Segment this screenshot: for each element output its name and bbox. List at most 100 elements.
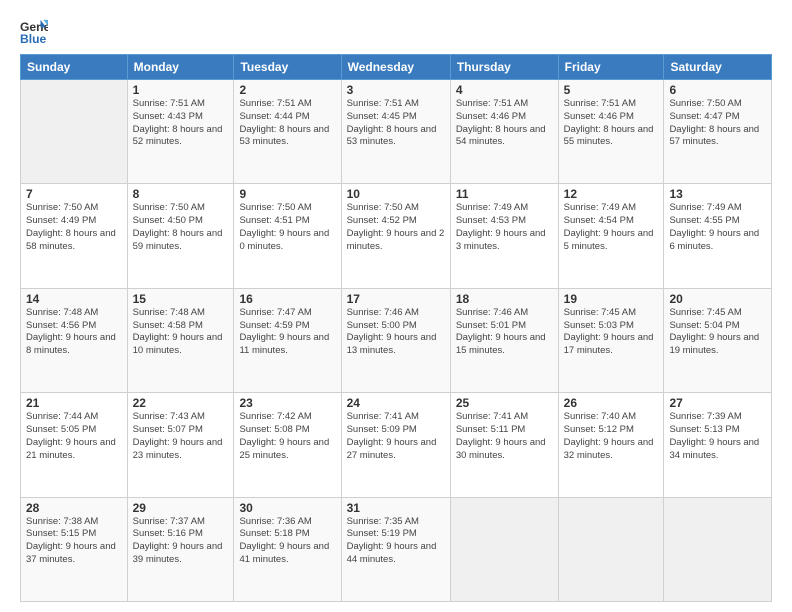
calendar-cell: 22 Sunrise: 7:43 AMSunset: 5:07 PMDaylig… (127, 393, 234, 497)
logo: General Blue (20, 18, 48, 46)
calendar-cell: 26 Sunrise: 7:40 AMSunset: 5:12 PMDaylig… (558, 393, 664, 497)
day-number: 10 (347, 187, 445, 201)
day-number: 5 (564, 83, 659, 97)
day-number: 1 (133, 83, 229, 97)
day-number: 13 (669, 187, 766, 201)
day-info: Sunrise: 7:50 AMSunset: 4:52 PMDaylight:… (347, 202, 445, 251)
day-info: Sunrise: 7:38 AMSunset: 5:15 PMDaylight:… (26, 516, 116, 565)
day-info: Sunrise: 7:50 AMSunset: 4:50 PMDaylight:… (133, 202, 223, 251)
day-info: Sunrise: 7:43 AMSunset: 5:07 PMDaylight:… (133, 411, 223, 460)
calendar-cell: 10 Sunrise: 7:50 AMSunset: 4:52 PMDaylig… (341, 184, 450, 288)
day-header-sunday: Sunday (21, 55, 128, 80)
calendar-week-2: 7 Sunrise: 7:50 AMSunset: 4:49 PMDayligh… (21, 184, 772, 288)
day-number: 12 (564, 187, 659, 201)
day-number: 16 (239, 292, 335, 306)
calendar-cell: 8 Sunrise: 7:50 AMSunset: 4:50 PMDayligh… (127, 184, 234, 288)
day-info: Sunrise: 7:35 AMSunset: 5:19 PMDaylight:… (347, 516, 437, 565)
calendar-cell (450, 497, 558, 601)
calendar-cell: 14 Sunrise: 7:48 AMSunset: 4:56 PMDaylig… (21, 288, 128, 392)
svg-text:Blue: Blue (20, 32, 47, 46)
day-info: Sunrise: 7:50 AMSunset: 4:49 PMDaylight:… (26, 202, 116, 251)
day-number: 21 (26, 396, 122, 410)
calendar-cell: 25 Sunrise: 7:41 AMSunset: 5:11 PMDaylig… (450, 393, 558, 497)
day-info: Sunrise: 7:51 AMSunset: 4:45 PMDaylight:… (347, 98, 437, 147)
day-info: Sunrise: 7:42 AMSunset: 5:08 PMDaylight:… (239, 411, 329, 460)
header: General Blue (20, 18, 772, 46)
calendar-cell: 31 Sunrise: 7:35 AMSunset: 5:19 PMDaylig… (341, 497, 450, 601)
calendar-cell (21, 80, 128, 184)
calendar-header-row: SundayMondayTuesdayWednesdayThursdayFrid… (21, 55, 772, 80)
day-number: 11 (456, 187, 553, 201)
calendar-cell: 15 Sunrise: 7:48 AMSunset: 4:58 PMDaylig… (127, 288, 234, 392)
calendar-cell: 7 Sunrise: 7:50 AMSunset: 4:49 PMDayligh… (21, 184, 128, 288)
day-info: Sunrise: 7:51 AMSunset: 4:44 PMDaylight:… (239, 98, 329, 147)
day-info: Sunrise: 7:51 AMSunset: 4:46 PMDaylight:… (456, 98, 546, 147)
calendar-week-5: 28 Sunrise: 7:38 AMSunset: 5:15 PMDaylig… (21, 497, 772, 601)
day-number: 20 (669, 292, 766, 306)
calendar-cell: 19 Sunrise: 7:45 AMSunset: 5:03 PMDaylig… (558, 288, 664, 392)
calendar-body: 1 Sunrise: 7:51 AMSunset: 4:43 PMDayligh… (21, 80, 772, 602)
day-info: Sunrise: 7:48 AMSunset: 4:58 PMDaylight:… (133, 307, 223, 356)
day-number: 4 (456, 83, 553, 97)
day-number: 2 (239, 83, 335, 97)
day-number: 19 (564, 292, 659, 306)
day-number: 27 (669, 396, 766, 410)
calendar-table: SundayMondayTuesdayWednesdayThursdayFrid… (20, 54, 772, 602)
day-info: Sunrise: 7:36 AMSunset: 5:18 PMDaylight:… (239, 516, 329, 565)
day-header-tuesday: Tuesday (234, 55, 341, 80)
day-info: Sunrise: 7:47 AMSunset: 4:59 PMDaylight:… (239, 307, 329, 356)
day-info: Sunrise: 7:40 AMSunset: 5:12 PMDaylight:… (564, 411, 654, 460)
day-number: 29 (133, 501, 229, 515)
calendar-cell: 1 Sunrise: 7:51 AMSunset: 4:43 PMDayligh… (127, 80, 234, 184)
calendar-cell: 24 Sunrise: 7:41 AMSunset: 5:09 PMDaylig… (341, 393, 450, 497)
day-header-saturday: Saturday (664, 55, 772, 80)
calendar-cell: 20 Sunrise: 7:45 AMSunset: 5:04 PMDaylig… (664, 288, 772, 392)
day-number: 7 (26, 187, 122, 201)
day-number: 3 (347, 83, 445, 97)
day-info: Sunrise: 7:49 AMSunset: 4:53 PMDaylight:… (456, 202, 546, 251)
calendar-cell: 21 Sunrise: 7:44 AMSunset: 5:05 PMDaylig… (21, 393, 128, 497)
day-number: 14 (26, 292, 122, 306)
logo-icon: General Blue (20, 18, 48, 46)
day-header-monday: Monday (127, 55, 234, 80)
calendar-cell: 29 Sunrise: 7:37 AMSunset: 5:16 PMDaylig… (127, 497, 234, 601)
day-number: 17 (347, 292, 445, 306)
calendar-cell (664, 497, 772, 601)
calendar-cell: 6 Sunrise: 7:50 AMSunset: 4:47 PMDayligh… (664, 80, 772, 184)
calendar-cell (558, 497, 664, 601)
day-info: Sunrise: 7:45 AMSunset: 5:03 PMDaylight:… (564, 307, 654, 356)
calendar-cell: 23 Sunrise: 7:42 AMSunset: 5:08 PMDaylig… (234, 393, 341, 497)
day-info: Sunrise: 7:37 AMSunset: 5:16 PMDaylight:… (133, 516, 223, 565)
day-info: Sunrise: 7:41 AMSunset: 5:09 PMDaylight:… (347, 411, 437, 460)
calendar-cell: 9 Sunrise: 7:50 AMSunset: 4:51 PMDayligh… (234, 184, 341, 288)
calendar-week-3: 14 Sunrise: 7:48 AMSunset: 4:56 PMDaylig… (21, 288, 772, 392)
calendar-cell: 17 Sunrise: 7:46 AMSunset: 5:00 PMDaylig… (341, 288, 450, 392)
calendar-cell: 3 Sunrise: 7:51 AMSunset: 4:45 PMDayligh… (341, 80, 450, 184)
calendar-cell: 11 Sunrise: 7:49 AMSunset: 4:53 PMDaylig… (450, 184, 558, 288)
calendar-week-4: 21 Sunrise: 7:44 AMSunset: 5:05 PMDaylig… (21, 393, 772, 497)
day-info: Sunrise: 7:44 AMSunset: 5:05 PMDaylight:… (26, 411, 116, 460)
day-info: Sunrise: 7:49 AMSunset: 4:54 PMDaylight:… (564, 202, 654, 251)
day-header-friday: Friday (558, 55, 664, 80)
day-number: 26 (564, 396, 659, 410)
calendar-week-1: 1 Sunrise: 7:51 AMSunset: 4:43 PMDayligh… (21, 80, 772, 184)
day-number: 23 (239, 396, 335, 410)
calendar-cell: 27 Sunrise: 7:39 AMSunset: 5:13 PMDaylig… (664, 393, 772, 497)
day-info: Sunrise: 7:45 AMSunset: 5:04 PMDaylight:… (669, 307, 759, 356)
day-info: Sunrise: 7:48 AMSunset: 4:56 PMDaylight:… (26, 307, 116, 356)
calendar-cell: 30 Sunrise: 7:36 AMSunset: 5:18 PMDaylig… (234, 497, 341, 601)
day-info: Sunrise: 7:51 AMSunset: 4:46 PMDaylight:… (564, 98, 654, 147)
day-header-wednesday: Wednesday (341, 55, 450, 80)
day-number: 9 (239, 187, 335, 201)
calendar-cell: 28 Sunrise: 7:38 AMSunset: 5:15 PMDaylig… (21, 497, 128, 601)
day-info: Sunrise: 7:46 AMSunset: 5:01 PMDaylight:… (456, 307, 546, 356)
day-header-thursday: Thursday (450, 55, 558, 80)
day-info: Sunrise: 7:41 AMSunset: 5:11 PMDaylight:… (456, 411, 546, 460)
calendar-cell: 16 Sunrise: 7:47 AMSunset: 4:59 PMDaylig… (234, 288, 341, 392)
day-number: 8 (133, 187, 229, 201)
calendar-cell: 2 Sunrise: 7:51 AMSunset: 4:44 PMDayligh… (234, 80, 341, 184)
calendar-cell: 5 Sunrise: 7:51 AMSunset: 4:46 PMDayligh… (558, 80, 664, 184)
calendar-cell: 4 Sunrise: 7:51 AMSunset: 4:46 PMDayligh… (450, 80, 558, 184)
day-number: 31 (347, 501, 445, 515)
calendar-cell: 12 Sunrise: 7:49 AMSunset: 4:54 PMDaylig… (558, 184, 664, 288)
